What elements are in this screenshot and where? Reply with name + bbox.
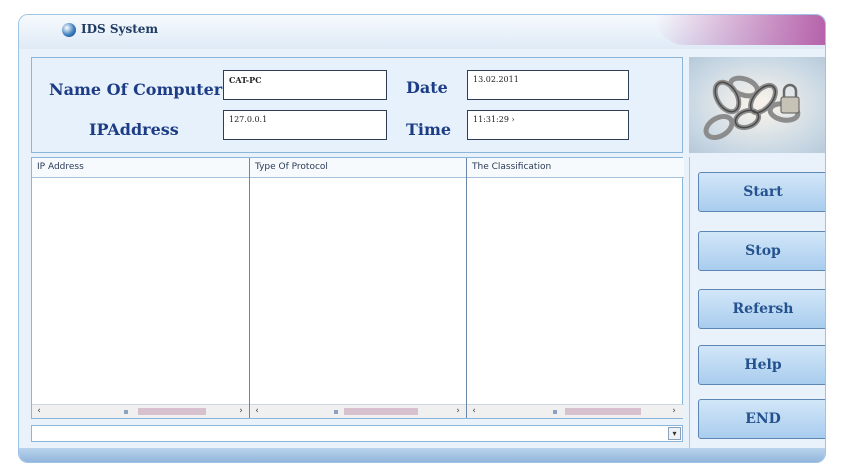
scroll-left-icon[interactable]: ‹ [251, 405, 263, 418]
app-globe-icon [62, 23, 76, 37]
scroll-right-icon[interactable]: › [668, 405, 680, 418]
column-protocol: Type Of Protocol ‹ › [250, 158, 467, 418]
time-field[interactable]: 11:31:29 › [467, 110, 629, 140]
ip-address-label: IPAddress [89, 120, 179, 139]
refresh-button[interactable]: Refersh [698, 289, 825, 329]
chevron-down-icon[interactable]: ▾ [668, 427, 681, 440]
scrollbar-thumb[interactable] [565, 408, 641, 415]
column-header[interactable]: The Classification [467, 158, 684, 178]
column-header[interactable]: IP Address [32, 158, 249, 178]
computer-name-label: Name Of Computer [49, 80, 223, 99]
time-label: Time [406, 120, 452, 139]
scrollbar-thumb[interactable] [344, 408, 418, 415]
start-button[interactable]: Start [698, 172, 825, 212]
scrollbar-thumb[interactable] [138, 408, 206, 415]
scrollbar-grip [553, 410, 557, 414]
column-ip-address: IP Address ‹ › [32, 158, 250, 418]
column-header[interactable]: Type Of Protocol [250, 158, 466, 178]
title-bar: IDS System [19, 15, 825, 49]
scroll-right-icon[interactable]: › [452, 405, 464, 418]
scroll-right-icon[interactable]: › [235, 405, 247, 418]
bottom-border [19, 448, 825, 462]
title-accent [655, 15, 825, 45]
window-title: IDS System [81, 22, 159, 36]
stop-button[interactable]: Stop [698, 231, 825, 271]
horizontal-scrollbar[interactable]: ‹ › [250, 404, 466, 418]
status-dropdown[interactable]: ▾ [31, 425, 683, 442]
traffic-table: IP Address ‹ › Type Of Protocol ‹ › The … [31, 157, 684, 419]
ip-address-field[interactable]: 127.0.0.1 [223, 110, 387, 140]
button-panel: Start Stop Refersh Help END [689, 157, 825, 449]
chain-lock-graphic [703, 75, 801, 140]
horizontal-scrollbar[interactable]: ‹ › [467, 404, 684, 418]
info-panel: Name Of Computer CAT-PC IPAddress 127.0.… [31, 57, 683, 153]
date-field[interactable]: 13.02.2011 [467, 70, 629, 100]
scroll-left-icon[interactable]: ‹ [468, 405, 480, 418]
column-classification: The Classification ‹ › [467, 158, 684, 418]
scroll-left-icon[interactable]: ‹ [33, 405, 45, 418]
app-window: IDS System Name Of Computer CAT-PC IPAdd… [18, 14, 826, 463]
chain-lock-image [689, 57, 825, 153]
help-button[interactable]: Help [698, 345, 825, 385]
computer-name-field[interactable]: CAT-PC [223, 70, 387, 100]
scrollbar-grip [334, 410, 338, 414]
horizontal-scrollbar[interactable]: ‹ › [32, 404, 249, 418]
date-label: Date [406, 78, 448, 97]
end-button[interactable]: END [698, 399, 825, 439]
scrollbar-grip [124, 410, 128, 414]
